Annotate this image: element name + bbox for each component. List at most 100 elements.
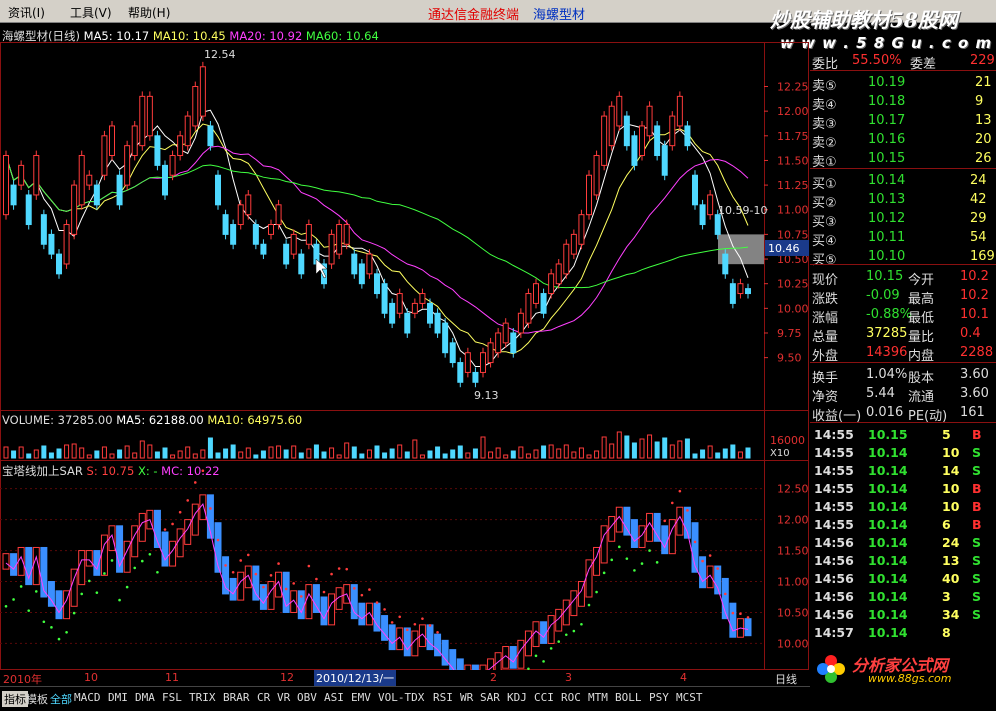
volume-bar (700, 449, 706, 459)
sar-dot (352, 587, 356, 590)
candle-body (56, 253, 62, 275)
indicator-tab[interactable]: CCI (534, 691, 554, 704)
tick-time: 14:55 (814, 427, 854, 442)
indicator-tab[interactable]: MCST (676, 691, 703, 704)
sar-dot (315, 577, 318, 581)
indicator-tab[interactable]: 指标 (2, 691, 28, 707)
tower-bar (426, 624, 434, 651)
buy-row: 买③ 10.12 29 (810, 210, 996, 230)
candle-body (93, 184, 100, 206)
tower-bar (403, 627, 411, 657)
candle-body (25, 194, 32, 226)
candle-body (184, 115, 191, 147)
time-label-apr: 4 (680, 671, 687, 684)
indicator-tab[interactable]: OBV (297, 691, 317, 704)
candle-body (86, 174, 93, 186)
indicator-tab[interactable]: KDJ (507, 691, 527, 704)
sar-dot (12, 598, 15, 601)
stat-row: 涨幅 -0.88% 最低 10.1 (810, 306, 996, 326)
indicator-tab[interactable]: RSI (433, 691, 453, 704)
indicator-tab[interactable]: EMV (351, 691, 371, 704)
tower-bar (600, 525, 608, 564)
sell-price: 10.16 (868, 132, 906, 147)
buy-level-label: 买⑤ (812, 253, 837, 268)
indicator-tab[interactable]: VOL-TDX (378, 691, 424, 704)
weibi-row: 委比 55.50% 委差 229 (810, 52, 996, 72)
site-logo: 分析家公式网 www.88gs.com (812, 650, 996, 686)
candle-body (381, 283, 388, 314)
tower-bar (623, 506, 631, 536)
indicator-tab[interactable]: PSY (649, 691, 669, 704)
menu-info[interactable]: 资讯(I) (8, 4, 45, 21)
sell-volume: 9 (975, 94, 984, 109)
tick-price: 10.14 (868, 445, 908, 460)
indicator-tab[interactable]: SAR (480, 691, 500, 704)
indicator-tab[interactable]: FSL (162, 691, 182, 704)
indicator-tab[interactable]: MACD (74, 691, 101, 704)
indicator-tab[interactable]: ASI (324, 691, 344, 704)
indicator-tab[interactable]: DMI (108, 691, 128, 704)
volume-bar (601, 436, 607, 459)
volume-bar (624, 435, 630, 459)
indicator-tab[interactable]: VR (277, 691, 290, 704)
indicator-tab[interactable]: MTM (588, 691, 608, 704)
candle-body (442, 322, 449, 354)
tower-bar (646, 512, 654, 542)
candle-body (729, 283, 736, 304)
volume-bar (18, 446, 24, 459)
price-tick-label: 11.75 (777, 130, 809, 143)
volume-bar (298, 452, 304, 459)
stat-value: 10.1 (960, 307, 989, 322)
sar-tick-label: 10.00 (777, 637, 809, 650)
panel-separator (810, 168, 996, 169)
stat-label: 最高 (908, 292, 935, 307)
volume-bar (457, 445, 463, 459)
indicator-tab[interactable]: WR (460, 691, 473, 704)
volume-ytick: 16000 (770, 434, 805, 447)
indicator-tab[interactable]: 模板 (26, 691, 48, 707)
sar-dot (148, 552, 152, 556)
volume-bar (684, 438, 690, 459)
volume-bar (11, 450, 17, 459)
sell-level-label: 卖③ (812, 117, 837, 132)
volume-bar (207, 437, 213, 459)
volume-bar (541, 445, 547, 459)
price-tick-label: 12.00 (777, 105, 809, 118)
indicator-tab[interactable]: BRAR (223, 691, 250, 704)
tick-time: 14:56 (814, 607, 854, 622)
indicator-tab[interactable]: DMA (135, 691, 155, 704)
menu-help[interactable]: 帮助(H) (128, 4, 170, 21)
tower-bar (222, 556, 230, 595)
indicator-tab[interactable]: 全部 (50, 691, 72, 707)
buy-volume: 54 (970, 230, 987, 245)
sar-dot (413, 622, 417, 626)
candle-body (78, 155, 85, 206)
candle-body (215, 174, 221, 206)
indicator-tab[interactable]: TRIX (189, 691, 216, 704)
time-label-oct: 10 (84, 671, 98, 684)
tower-bar (449, 649, 457, 670)
candle-body (684, 125, 691, 147)
candle-body (661, 145, 668, 176)
tick-side: S (972, 535, 982, 550)
candle-body (71, 184, 78, 235)
candle-body (192, 86, 199, 127)
menu-tools[interactable]: 工具(V) (70, 4, 112, 21)
indicator-tab[interactable]: CR (257, 691, 270, 704)
volume-bar (41, 445, 47, 459)
volume-bar (359, 453, 365, 459)
volume-bar (427, 450, 433, 459)
sell-volume: 26 (975, 151, 992, 166)
period-label[interactable]: 日线 (775, 671, 797, 687)
volume-bar (351, 446, 357, 459)
candle-body (351, 253, 358, 275)
sar-dot (716, 567, 720, 570)
sar-dot (224, 564, 227, 567)
sar-dot (87, 579, 91, 583)
indicator-tab[interactable]: ROC (561, 691, 581, 704)
tick-price: 10.14 (868, 517, 908, 532)
sar-dot (383, 608, 386, 611)
tower-bar (85, 550, 93, 567)
tick-price: 10.14 (868, 481, 908, 496)
indicator-tab[interactable]: BOLL (615, 691, 642, 704)
